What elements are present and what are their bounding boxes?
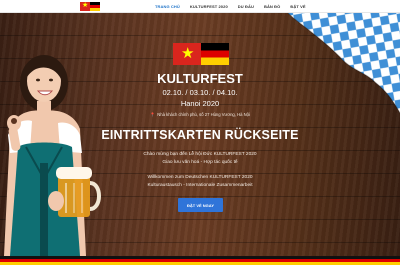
welcome-text-de-2: Kulturaustausch - Internationale Zusamme… [147,183,253,188]
vietnam-flag-icon [173,43,201,65]
top-navigation-bar: TRANG CHỦ KULTURFEST 2020 DU ĐẤU BẢN ĐỒ … [0,0,400,13]
event-title: KULTURFEST [157,71,243,86]
welcome-text-vi-2: Giao lưu văn hoá - Hợp tác quốc tế [162,160,238,165]
nav-item-events[interactable]: DU ĐẤU [238,4,254,9]
hero-banner: KULTURFEST 02.10. / 03.10. / 04.10. Hano… [0,13,400,256]
nav-item-home[interactable]: TRANG CHỦ [155,4,180,9]
vietnam-flag-icon [80,1,90,11]
venue-address: Nhà khách chính phủ, số 27 Hùng Vương, H… [157,112,250,117]
welcome-text-vi-1: Chào mừng bạn đến Lễ hội Đức KULTURFEST … [143,152,257,157]
welcome-text-de-1: Willkommen zum Deutschen KULTURFEST 2020 [147,175,253,180]
ticket-heading: EINTRITTSKARTEN RÜCKSEITE [101,128,299,142]
event-flags [173,43,229,65]
bavarian-flag-decoration [287,13,400,113]
event-dates: 02.10. / 03.10. / 04.10. [162,88,238,97]
map-marker-icon: 📍 [150,112,156,117]
woman-with-beer-illustration [4,55,101,256]
nav-item-tickets[interactable]: ĐẶT VÉ [290,4,305,9]
event-venue: 📍 Nhà khách chính phủ, số 27 Hùng Vương,… [100,112,300,117]
main-nav: TRANG CHỦ KULTURFEST 2020 DU ĐẤU BẢN ĐỒ … [155,0,306,12]
nav-item-map[interactable]: BẢN ĐỒ [264,4,280,9]
nav-item-kulturfest[interactable]: KULTURFEST 2020 [190,4,228,9]
germany-flag-icon [90,2,100,11]
site-logo[interactable] [80,1,100,11]
event-city: Hanoi 2020 [180,99,220,108]
book-now-button[interactable]: ĐẶT VÉ NGAY [178,198,223,212]
germany-flag-icon [201,43,229,65]
